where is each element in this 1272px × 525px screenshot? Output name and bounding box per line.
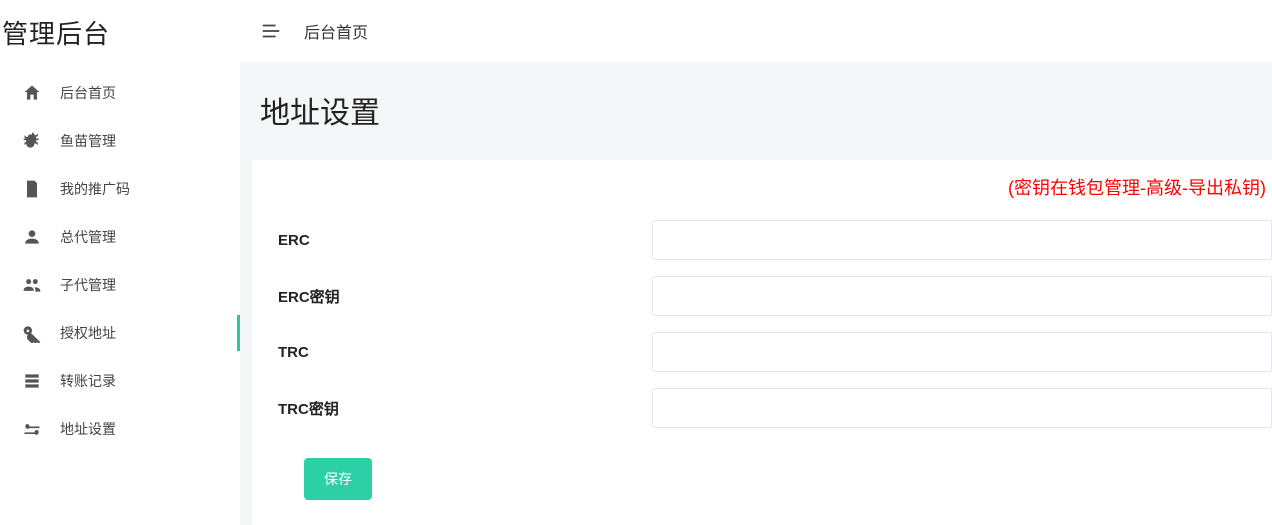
form-row-trc: TRC [252,324,1272,380]
form-row-trc-key: TRC密钥 [252,380,1272,436]
sidebar-item-label: 鱼苗管理 [60,131,116,151]
sidebar-item-address-settings[interactable]: 地址设置 [0,405,240,453]
sidebar-item-label: 后台首页 [60,83,116,103]
form-actions: 保存 [252,436,1272,500]
label-erc-key: ERC密钥 [252,286,652,307]
topbar: 后台首页 [240,0,1272,62]
input-trc-key[interactable] [652,388,1272,428]
sidebar-item-label: 总代管理 [60,227,116,247]
sidebar-item-transfer-log[interactable]: 转账记录 [0,357,240,405]
hint-row: (密钥在钱包管理-高级-导出私钥) [252,160,1272,206]
address-form: ERC ERC密钥 TRC [252,206,1272,525]
menu-toggle-icon[interactable] [260,20,282,42]
label-trc-key: TRC密钥 [252,398,652,419]
sidebar-item-promocode[interactable]: 我的推广码 [0,165,240,213]
list-icon [22,371,42,391]
people-icon [22,275,42,295]
sidebar-item-label: 我的推广码 [60,179,130,199]
app-title: 管理后台 [0,0,240,69]
person-icon [22,227,42,247]
breadcrumb[interactable]: 后台首页 [304,19,368,43]
sidebar-item-label: 子代管理 [60,275,116,295]
content: 地址设置 (密钥在钱包管理-高级-导出私钥) ERC ERC密钥 [240,62,1272,525]
sidebar-item-sub-agent[interactable]: 子代管理 [0,261,240,309]
input-trc[interactable] [652,332,1272,372]
input-erc[interactable] [652,220,1272,260]
form-row-erc: ERC [252,212,1272,268]
hint-text: (密钥在钱包管理-高级-导出私钥) [1008,174,1266,200]
sidebar-item-auth-address[interactable]: 授权地址 [0,309,240,357]
main: 后台首页 地址设置 (密钥在钱包管理-高级-导出私钥) ERC ERC密钥 [240,0,1272,525]
sidebar-item-general-agent[interactable]: 总代管理 [0,213,240,261]
settings-key-icon [22,419,42,439]
sidebar: 管理后台 后台首页 鱼苗管理 我的推广码 总代管理 [0,0,240,525]
page-title: 地址设置 [240,62,1272,160]
save-button[interactable]: 保存 [304,458,372,500]
sidebar-item-label: 授权地址 [60,323,116,343]
sidebar-item-home[interactable]: 后台首页 [0,69,240,117]
label-erc: ERC [252,232,652,249]
settings-card: (密钥在钱包管理-高级-导出私钥) ERC ERC密钥 TRC [252,160,1272,525]
sidebar-item-label: 转账记录 [60,371,116,391]
sidebar-nav: 后台首页 鱼苗管理 我的推广码 总代管理 子代管理 [0,69,240,453]
label-trc: TRC [252,344,652,361]
key-icon [22,323,42,343]
input-erc-key[interactable] [652,276,1272,316]
document-icon [22,179,42,199]
bug-icon [22,131,42,151]
form-row-erc-key: ERC密钥 [252,268,1272,324]
sidebar-item-label: 地址设置 [60,419,116,439]
sidebar-item-fish[interactable]: 鱼苗管理 [0,117,240,165]
home-icon [22,83,42,103]
